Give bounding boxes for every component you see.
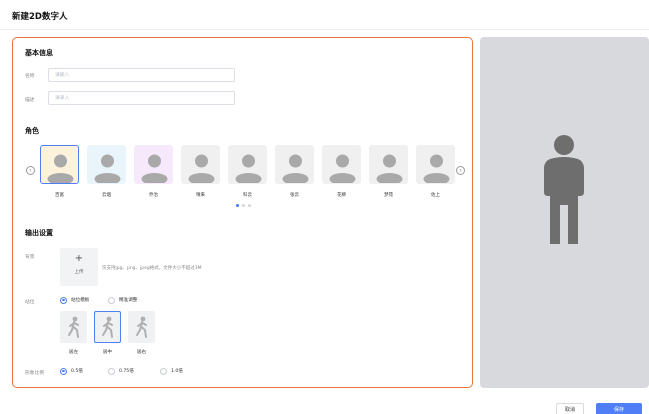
carousel-next-button[interactable]: ›: [456, 166, 465, 175]
avatar-name: 云烟: [102, 193, 111, 198]
radio-label: 1.0倍: [171, 369, 183, 374]
radio-circle: [60, 296, 67, 304]
chevron-left-icon: ‹: [29, 167, 32, 174]
background-label: 背景: [25, 255, 35, 260]
position-thumbnail: [94, 311, 121, 343]
output-settings-title: 输出设置: [25, 229, 53, 237]
avatar-option[interactable]: 佐上: [416, 145, 455, 198]
avatar-thumbnail: [275, 145, 314, 184]
position-option[interactable]: 居右: [128, 311, 155, 355]
save-button[interactable]: 保存: [596, 403, 642, 414]
carousel-dot[interactable]: [248, 204, 251, 207]
avatar-thumbnail: [322, 145, 361, 184]
radio-circle: [108, 367, 115, 375]
avatar-option[interactable]: 乔治: [134, 145, 173, 198]
form-panel: 基本信息 名称 描述 角色 ‹ 百富 云烟 乔治 晴来 科云 张云 花柳 梦苑 佐上 › 输出设…: [12, 37, 473, 388]
avatar-thumbnail: [87, 145, 126, 184]
radio-circle: [108, 296, 115, 304]
avatar-name: 张云: [290, 193, 299, 198]
position-option[interactable]: 居中: [94, 311, 121, 355]
avatar-option[interactable]: 梦苑: [369, 145, 408, 198]
radio-circle: [160, 367, 167, 375]
role-title: 角色: [25, 127, 39, 135]
avatar-person-icon: [94, 154, 121, 183]
radio-label: 精准调整: [119, 298, 138, 303]
scale-label: 形象比例: [25, 371, 45, 376]
avatar-name: 梦苑: [384, 193, 393, 198]
radio-label: 站位模板: [71, 298, 90, 303]
header-divider: [0, 29, 649, 30]
walking-person-icon: [136, 316, 147, 338]
avatar-option[interactable]: 科云: [228, 145, 267, 198]
radio-circle: [60, 367, 67, 375]
position-option[interactable]: 居左: [60, 311, 87, 355]
walking-person-icon: [68, 316, 79, 338]
position-label: 居中: [103, 350, 112, 355]
avatar-thumbnail: [40, 145, 79, 184]
chevron-right-icon: ›: [459, 167, 462, 174]
avatar-person-icon: [235, 154, 262, 183]
avatar-name: 佐上: [431, 193, 440, 198]
basic-info-title: 基本信息: [25, 49, 53, 57]
avatar-name: 花柳: [337, 193, 346, 198]
avatar-thumbnail: [134, 145, 173, 184]
avatar-person-icon: [188, 154, 215, 183]
avatar-person-icon: [282, 154, 309, 183]
avatar-person-icon: [329, 154, 356, 183]
avatar-name: 乔治: [149, 193, 158, 198]
avatar-person-icon: [423, 154, 450, 183]
avatar-option[interactable]: 张云: [275, 145, 314, 198]
position-thumbnail: [60, 311, 87, 343]
avatar-option[interactable]: 晴来: [181, 145, 220, 198]
description-label: 描述: [25, 98, 35, 103]
station-label: 站位: [25, 300, 35, 305]
avatar-person-icon: [376, 154, 403, 183]
avatar-option[interactable]: 云烟: [87, 145, 126, 198]
walking-person-icon: [102, 316, 113, 338]
carousel-dot[interactable]: [236, 204, 239, 207]
upload-hint: 仅支持jpg、png、jpeg格式，文件大小不超过3M: [102, 266, 202, 271]
preview-panel: [480, 37, 649, 388]
avatar-option[interactable]: 百富: [40, 145, 79, 198]
radio-label: 0.75倍: [119, 369, 134, 374]
position-thumbnail: [128, 311, 155, 343]
avatar-person-icon: [141, 154, 168, 183]
radio-label: 0.5倍: [71, 369, 83, 374]
avatar-thumbnail: [228, 145, 267, 184]
avatar-name: 百富: [55, 193, 64, 198]
avatar-name: 科云: [243, 193, 252, 198]
cancel-button[interactable]: 取消: [556, 403, 584, 414]
carousel-prev-button[interactable]: ‹: [26, 166, 35, 175]
name-input[interactable]: [48, 68, 235, 82]
position-label: 居右: [137, 350, 146, 355]
avatar-person-icon: [47, 154, 74, 183]
avatar-thumbnail: [416, 145, 455, 184]
description-input[interactable]: [48, 91, 235, 105]
person-silhouette-icon: [544, 135, 584, 244]
carousel-dot[interactable]: [242, 204, 245, 207]
avatar-thumbnail: [369, 145, 408, 184]
page-title: 新建2D数字人: [12, 12, 68, 22]
name-label: 名称: [25, 74, 35, 79]
upload-button[interactable]: + 上传: [60, 248, 98, 286]
avatar-thumbnail: [181, 145, 220, 184]
avatar-option[interactable]: 花柳: [322, 145, 361, 198]
avatar-name: 晴来: [196, 193, 205, 198]
position-label: 居左: [69, 350, 78, 355]
plus-icon: +: [74, 253, 84, 264]
upload-label: 上传: [74, 270, 84, 275]
